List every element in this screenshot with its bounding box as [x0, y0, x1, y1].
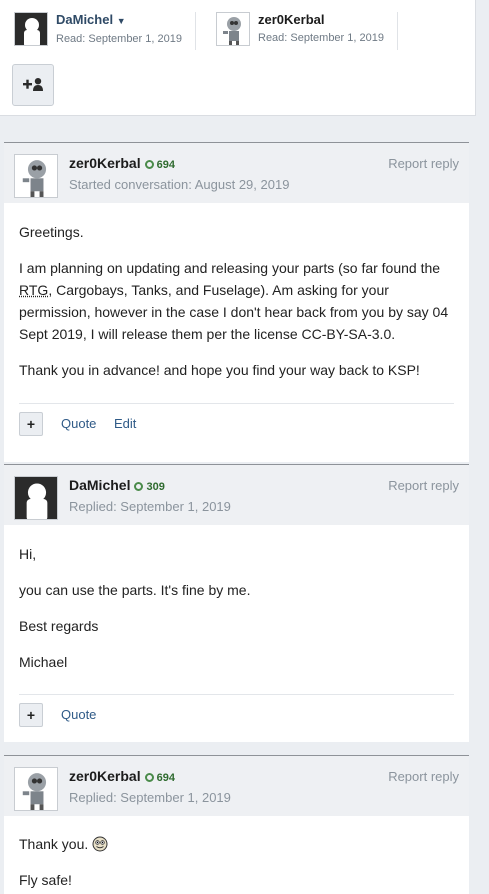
reputation-icon — [144, 773, 154, 782]
author-name[interactable]: zer0Kerbal — [69, 155, 141, 171]
participant-zer0kerbal[interactable]: zer0Kerbal Read: September 1, 2019 — [216, 12, 384, 46]
post-paragraph: I am planning on updating and releasing … — [19, 260, 449, 342]
post-date: Replied: September 1, 2019 — [69, 790, 231, 805]
conversation-post: zer0Kerbal 694 Started conversation: Augu… — [4, 142, 469, 462]
kerbal-robot-avatar[interactable] — [14, 154, 58, 198]
smiley-emoticon-icon — [92, 836, 108, 852]
post-paragraph: Fly safe! — [19, 872, 72, 888]
post-paragraph: Greetings. — [19, 224, 84, 240]
add-participant-button[interactable] — [12, 64, 54, 106]
post-paragraph: Thank you in advance! and hope you find … — [19, 362, 420, 378]
reputation-icon — [134, 482, 144, 491]
post-date: Replied: September 1, 2019 — [69, 499, 231, 514]
divider — [397, 12, 398, 50]
caret-down-icon[interactable]: ▼ — [117, 16, 126, 26]
post-paragraph: you can use the parts. It's fine by me. — [19, 582, 251, 598]
post-paragraph: Best regards — [19, 618, 99, 634]
report-reply-link[interactable]: Report reply — [388, 156, 459, 171]
reputation-badge: 309 — [134, 481, 165, 493]
participant-name[interactable]: zer0Kerbal — [258, 12, 384, 28]
post-paragraph: Michael — [19, 654, 68, 670]
post-actions: + Quote — [19, 694, 454, 727]
participant-damichel[interactable]: DaMichel ▼ Read: September 1, 2019 — [14, 12, 182, 47]
kerbal-robot-avatar[interactable] — [14, 767, 58, 811]
post-header: zer0Kerbal 694 Replied: September 1, 2019… — [4, 756, 469, 816]
react-plus-button[interactable]: + — [19, 703, 43, 727]
reputation-icon — [144, 160, 154, 169]
conversation-post: zer0Kerbal 694 Replied: September 1, 2019… — [4, 755, 469, 894]
conversation-post: DaMichel 309 Replied: September 1, 2019 R… — [4, 464, 469, 742]
quote-link[interactable]: Quote — [61, 416, 96, 431]
edit-link[interactable]: Edit — [114, 416, 136, 431]
read-status: Read: September 1, 2019 — [258, 32, 384, 44]
abbreviation-rtg[interactable]: RTG — [19, 282, 48, 298]
participant-name[interactable]: DaMichel — [56, 12, 113, 27]
reputation-badge: 694 — [144, 772, 175, 784]
read-status: Read: September 1, 2019 — [56, 33, 182, 45]
post-actions: + Quote Edit — [19, 403, 454, 436]
post-header: DaMichel 309 Replied: September 1, 2019 R… — [4, 465, 469, 525]
participants-panel: DaMichel ▼ Read: September 1, 2019 zer0K… — [0, 0, 476, 116]
reputation-badge: 694 — [144, 159, 175, 171]
post-paragraph: Hi, — [19, 546, 37, 562]
kerbal-robot-avatar[interactable] — [216, 12, 250, 46]
divider — [195, 12, 196, 50]
post-header: zer0Kerbal 694 Started conversation: Augu… — [4, 143, 469, 203]
plus-user-icon — [22, 77, 44, 94]
silhouette-avatar[interactable] — [14, 476, 58, 520]
post-paragraph: Thank you. — [19, 833, 454, 855]
react-plus-button[interactable]: + — [19, 412, 43, 436]
author-name[interactable]: zer0Kerbal — [69, 768, 141, 784]
post-date: Started conversation: August 29, 2019 — [69, 177, 290, 192]
author-name[interactable]: DaMichel — [69, 477, 130, 493]
report-reply-link[interactable]: Report reply — [388, 478, 459, 493]
quote-link[interactable]: Quote — [61, 707, 96, 722]
silhouette-avatar[interactable] — [14, 12, 48, 46]
report-reply-link[interactable]: Report reply — [388, 769, 459, 784]
